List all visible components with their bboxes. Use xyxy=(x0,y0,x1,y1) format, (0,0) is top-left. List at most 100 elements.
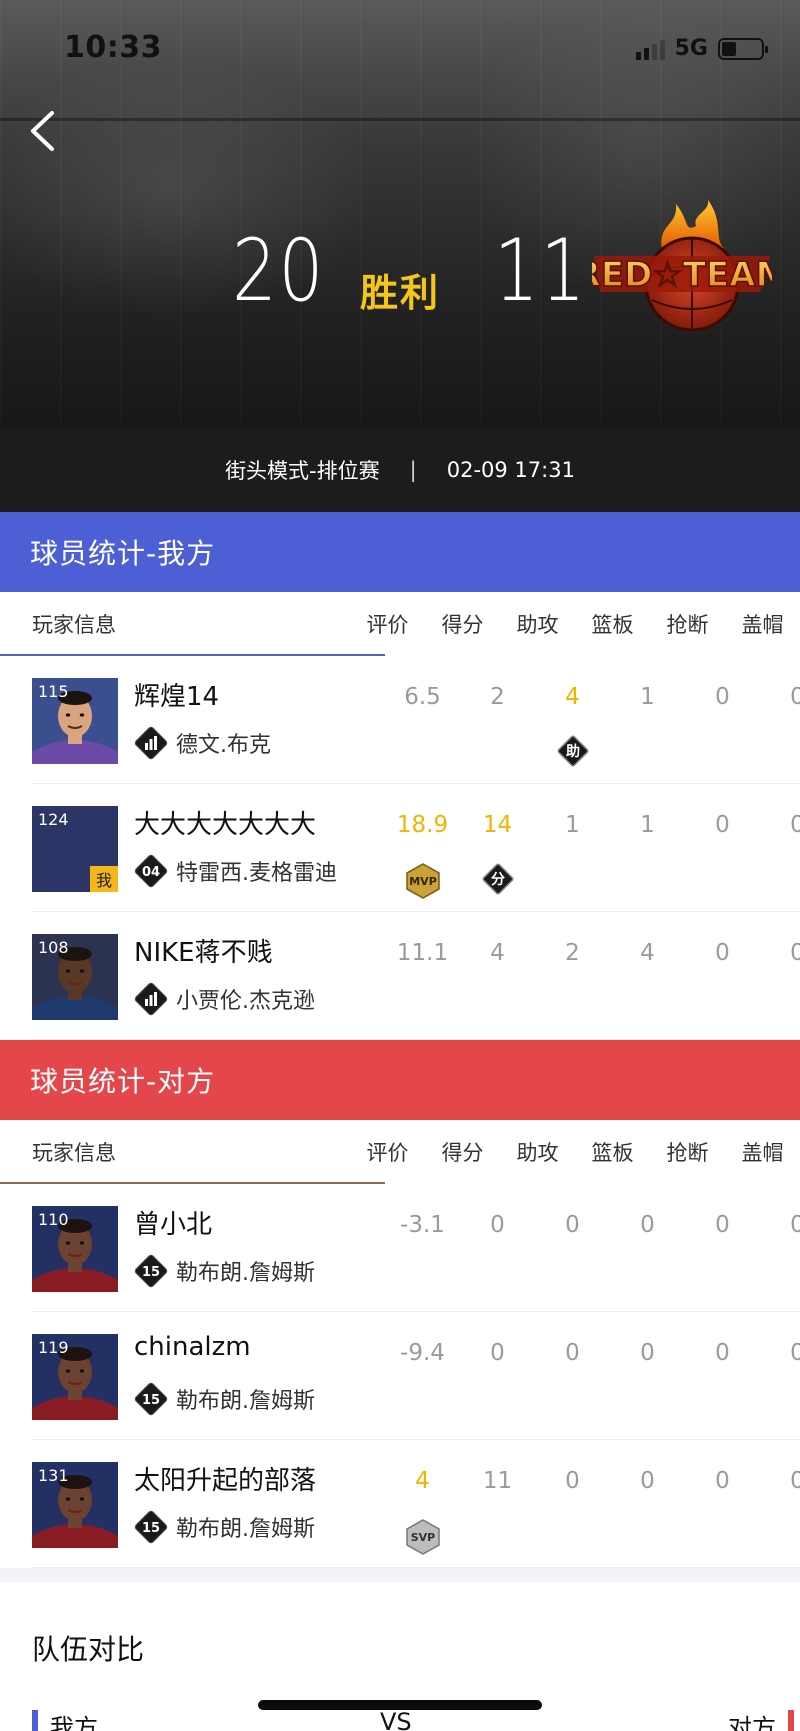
jersey-number-badge: 15 xyxy=(134,1254,168,1288)
stat-blocks: 0 xyxy=(790,1212,800,1238)
stat-points: 4 xyxy=(490,940,505,966)
player-name: 辉煌14 xyxy=(134,682,220,712)
player-level: 119 xyxy=(38,1338,69,1357)
stat-assists: 0 xyxy=(565,1212,580,1238)
jersey-number-badge: 15 xyxy=(134,1382,168,1416)
chevron-left-icon xyxy=(31,111,54,151)
player-avatar[interactable]: 124 我 xyxy=(32,806,118,892)
header-rebounds: 篮板 xyxy=(591,1141,634,1165)
stat-rating: -9.4 xyxy=(400,1340,445,1366)
logo-text: RED☆TEAM xyxy=(592,255,772,295)
player-row[interactable]: 124 我大大大大大大大 04 特雷西.麦格雷迪 18.9 MVP 14 分 1 1 0 0 xyxy=(0,784,800,912)
section-title: 球员统计-对方 xyxy=(30,1065,216,1098)
player-avatar[interactable]: 115 xyxy=(32,678,118,764)
player-name: NIKE蒋不贱 xyxy=(134,938,273,968)
player-name: 太阳升起的部落 xyxy=(134,1466,317,1496)
compare-mine-label: 我方 xyxy=(50,1714,98,1731)
player-avatar[interactable]: 110 xyxy=(32,1206,118,1292)
points-leader-badge: 分 xyxy=(460,862,535,896)
player-row[interactable]: 108 NIKE蒋不贱 小贾伦.杰克逊 11.1 4 2 4 0 0 xyxy=(0,912,800,1040)
me-tag: 我 xyxy=(90,866,118,892)
stat-blocks: 0 xyxy=(790,1468,800,1494)
player-name: 曾小北 xyxy=(134,1210,213,1240)
home-indicator[interactable] xyxy=(258,1700,542,1710)
stat-steals: 0 xyxy=(715,940,730,966)
match-datetime: 02-09 17:31 xyxy=(446,458,575,482)
stat-rebounds: 0 xyxy=(640,1468,655,1494)
stat-steals: 0 xyxy=(715,1340,730,1366)
player-level: 110 xyxy=(38,1210,69,1229)
player-level: 108 xyxy=(38,938,69,957)
player-character: 15 勒布朗.詹姆斯 xyxy=(134,1382,315,1416)
opp-team-marker xyxy=(788,1709,794,1731)
svg-text:SVP: SVP xyxy=(410,1531,435,1544)
char-badge-number: 04 xyxy=(142,865,160,880)
red-team-logo: RED☆TEAM xyxy=(592,200,772,332)
header-blocks: 盖帽 xyxy=(741,1141,784,1165)
player-avatar[interactable]: 131 xyxy=(32,1462,118,1548)
player-name: 大大大大大大大 xyxy=(134,810,317,840)
player-character: 04 特雷西.麦格雷迪 xyxy=(134,854,337,888)
compare-mine: 我方 xyxy=(32,1708,98,1731)
background-rail xyxy=(0,118,800,121)
character-name: 德文.布克 xyxy=(176,733,271,758)
header-points: 得分 xyxy=(441,1141,484,1165)
stat-rating: 11.1 xyxy=(396,940,449,966)
player-level: 124 xyxy=(38,810,69,829)
svp-badge: SVP xyxy=(385,1518,460,1556)
player-avatar[interactable]: 108 xyxy=(32,934,118,1020)
header-rebounds: 篮板 xyxy=(591,613,634,637)
my-team-marker xyxy=(32,1709,38,1731)
stat-steals: 0 xyxy=(715,1212,730,1238)
stat-assists: 0 xyxy=(565,1468,580,1494)
player-name: chinalzm xyxy=(134,1332,251,1362)
compare-theirs-label: 对方 xyxy=(728,1714,776,1731)
header-steals: 抢断 xyxy=(666,613,709,637)
player-row[interactable]: 110 曾小北 15 勒布朗.詹姆斯 -3.1 0 0 0 0 0 xyxy=(0,1184,800,1312)
section-gap xyxy=(0,1568,800,1582)
stat-rebounds: 1 xyxy=(640,812,655,838)
stat-blocks: 0 xyxy=(790,1340,800,1366)
char-badge-number: 15 xyxy=(142,1521,160,1536)
stat-steals: 0 xyxy=(715,684,730,710)
player-row[interactable]: 115 辉煌14 德文.布克 6.5 2 4 助 1 0 0 xyxy=(0,656,800,784)
jersey-number-badge: 04 xyxy=(134,854,168,888)
stat-points: 0 xyxy=(490,1340,505,1366)
stat-rating: 18.9 xyxy=(396,812,449,838)
stat-points: 11 xyxy=(482,1468,513,1494)
char-badge-number: 15 xyxy=(142,1393,160,1408)
signal-icon xyxy=(635,38,665,60)
opp-score: 11 xyxy=(494,221,588,321)
back-button[interactable] xyxy=(22,106,62,156)
stat-blocks: 0 xyxy=(790,940,800,966)
my-score: 20 xyxy=(232,221,326,321)
match-mode: 街头模式-排位赛 xyxy=(225,459,380,483)
character-name: 小贾伦.杰克逊 xyxy=(176,989,315,1014)
player-row[interactable]: 131 太阳升起的部落 15 勒布朗.詹姆斯 4 SVP 11 0 0 0 0 xyxy=(0,1440,800,1568)
player-avatar[interactable]: 119 xyxy=(32,1334,118,1420)
player-character: 德文.布克 xyxy=(134,726,271,760)
status-time: 10:33 xyxy=(64,30,162,65)
header-player-info: 玩家信息 xyxy=(32,613,116,637)
match-info-separator: | xyxy=(409,458,417,482)
stat-points: 2 xyxy=(490,684,505,710)
header-rating: 评价 xyxy=(366,1141,409,1165)
svg-text:助: 助 xyxy=(566,743,580,760)
player-character: 小贾伦.杰克逊 xyxy=(134,982,315,1016)
stat-blocks: 0 xyxy=(790,812,800,838)
character-name: 特雷西.麦格雷迪 xyxy=(176,861,337,886)
header-rating: 评价 xyxy=(366,613,409,637)
header-assists: 助攻 xyxy=(516,613,559,637)
stat-rebounds: 4 xyxy=(640,940,655,966)
player-row[interactable]: 119 chinalzm 15 勒布朗.詹姆斯 -9.4 0 0 0 0 0 xyxy=(0,1312,800,1440)
stat-assists: 0 xyxy=(565,1340,580,1366)
opp-team-section-title: 球员统计-对方 xyxy=(0,1040,800,1120)
opp-table-header: 玩家信息 评价 得分 助攻 篮板 抢断 盖帽 xyxy=(0,1120,800,1184)
stat-steals: 0 xyxy=(715,812,730,838)
character-name: 勒布朗.詹姆斯 xyxy=(176,1517,315,1542)
stat-assists: 1 xyxy=(565,812,580,838)
player-character: 15 勒布朗.詹姆斯 xyxy=(134,1510,315,1544)
stat-points: 14 xyxy=(482,812,513,838)
stat-rating: -3.1 xyxy=(400,1212,445,1238)
stat-rebounds: 1 xyxy=(640,684,655,710)
